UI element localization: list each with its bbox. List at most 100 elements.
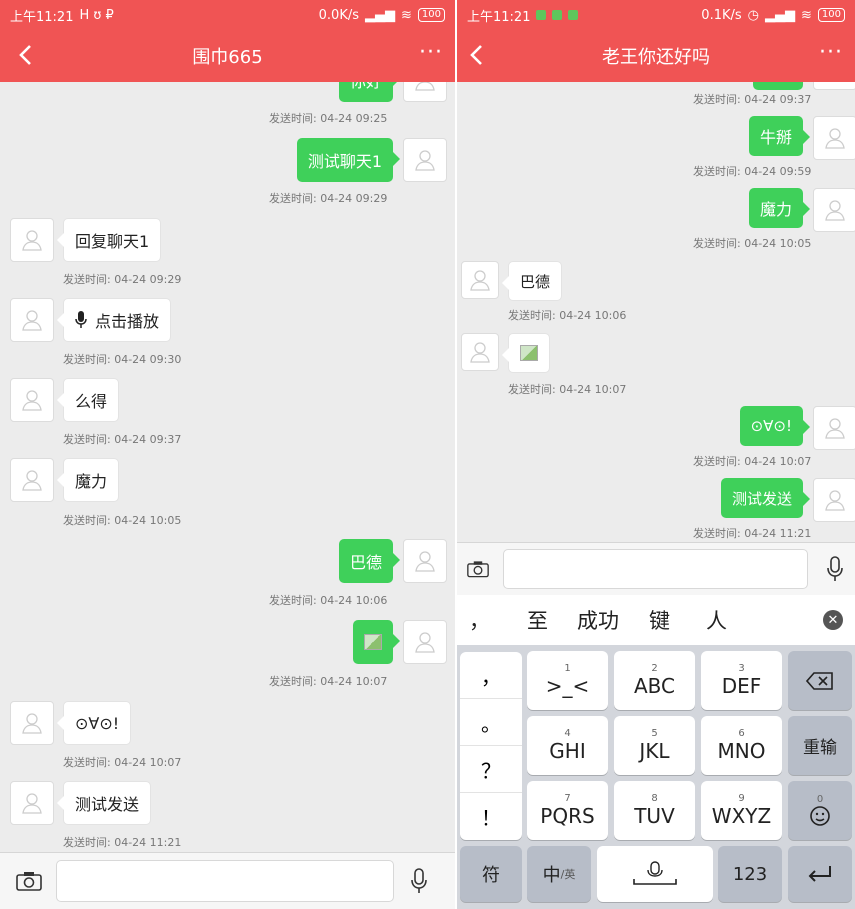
key-9[interactable]: 9 WXYZ [701, 781, 782, 840]
chat-title: 老王你还好吗 [602, 47, 710, 68]
key-2[interactable]: 2 ABC [614, 651, 695, 710]
send-time: 发送时间: 04-24 10:06 [269, 594, 388, 607]
outgoing-bubble[interactable]: 测试发送 [720, 478, 811, 518]
send-time: 发送时间: 04-24 09:37 [693, 93, 812, 106]
notification-icon: H ʊ ₽ [79, 7, 114, 23]
incoming-bubble[interactable]: 回复聊天1 [56, 218, 162, 262]
language-key[interactable]: 中/英 [527, 846, 591, 902]
key-5[interactable]: 5 JKL [614, 716, 695, 775]
signal-icon: ▂▄▆ [765, 7, 795, 23]
status-time: 上午11:21 [467, 9, 531, 25]
avatar[interactable] [10, 701, 54, 745]
message-input[interactable] [503, 549, 808, 589]
retype-key[interactable]: 重输 [788, 716, 852, 775]
avatar[interactable] [461, 261, 499, 299]
avatar[interactable] [813, 116, 855, 160]
avatar[interactable] [10, 781, 54, 825]
battery-icon: 100 [817, 8, 845, 22]
numbers-key[interactable]: 123 [718, 846, 782, 902]
left-chat-screen: 你好 发送时间: 04-24 09:25 测试聊天1 发送时间: 04-24 0… [0, 0, 455, 909]
avatar[interactable] [403, 138, 447, 182]
key-8[interactable]: 8 TUV [614, 781, 695, 840]
wifi-icon: ≋ [401, 7, 412, 23]
message-input[interactable] [56, 860, 394, 902]
notification-icon [552, 10, 563, 20]
punct-key[interactable]: ！ [460, 793, 522, 840]
avatar[interactable] [403, 539, 447, 583]
more-icon[interactable]: ··· [819, 40, 843, 65]
send-time: 发送时间: 04-24 10:07 [508, 383, 627, 396]
outgoing-bubble[interactable]: 魔力 [748, 188, 811, 228]
camera-icon[interactable] [16, 871, 42, 891]
right-chat-screen: 发送时间: 04-24 09:37 牛掰 发送时间: 04-24 09:59 魔… [457, 0, 855, 909]
send-time: 发送时间: 04-24 10:06 [508, 309, 627, 322]
keyboard: ， 。 ？ ！ 1 >_< 2 ABC 3 DEF 4 GHI 5 JKL 6 MNO 重输… [457, 645, 855, 909]
avatar[interactable] [403, 620, 447, 664]
avatar[interactable] [10, 458, 54, 502]
symbols-key[interactable]: 符 [460, 846, 522, 902]
network-speed: 0.1K/s [701, 7, 742, 23]
close-candidates-icon[interactable]: ✕ [823, 610, 843, 630]
incoming-bubble[interactable]: ⊙∀⊙! [56, 701, 132, 745]
status-bar: 上午11:21 H ʊ ₽ 0.0K/s ▂▄▆ ≋ 100 [0, 0, 455, 30]
avatar[interactable] [10, 378, 54, 422]
key-3[interactable]: 3 DEF [701, 651, 782, 710]
incoming-bubble[interactable]: 测试发送 [56, 781, 152, 825]
avatar[interactable] [813, 406, 855, 450]
microphone-icon[interactable] [826, 556, 844, 582]
battery-icon: 100 [417, 8, 445, 22]
image-message-bubble[interactable] [353, 620, 400, 664]
punct-key[interactable]: ， [460, 652, 522, 699]
status-time: 上午11:21 [10, 9, 74, 25]
avatar[interactable] [813, 188, 855, 232]
candidate-item[interactable]: 人 [706, 605, 727, 635]
outgoing-bubble[interactable]: 巴德 [338, 539, 401, 583]
avatar[interactable] [10, 218, 54, 262]
avatar[interactable] [813, 478, 855, 522]
emoji-key[interactable]: 0 [788, 781, 852, 840]
outgoing-bubble[interactable]: ⊙∀⊙! [739, 406, 811, 446]
outgoing-bubble[interactable]: 牛掰 [748, 116, 811, 156]
space-voice-key[interactable] [597, 846, 713, 902]
punct-key[interactable]: ？ [460, 746, 522, 793]
image-message-bubble[interactable] [502, 333, 550, 373]
candidate-item[interactable]: 成功 [577, 605, 619, 635]
microphone-icon [633, 861, 677, 885]
send-time: 发送时间: 04-24 10:07 [63, 756, 182, 769]
candidate-item[interactable]: 键 [649, 605, 670, 635]
chat-title: 围巾665 [192, 47, 263, 68]
back-arrow-icon[interactable] [469, 44, 491, 66]
incoming-bubble[interactable]: 么得 [56, 378, 120, 422]
voice-message-bubble[interactable]: 点击播放 [56, 298, 172, 342]
signal-icon: ▂▄▆ [365, 7, 395, 23]
incoming-bubble[interactable]: 巴德 [501, 261, 563, 301]
incoming-bubble[interactable]: 魔力 [56, 458, 120, 502]
key-6[interactable]: 6 MNO [701, 716, 782, 775]
enter-key[interactable] [788, 846, 852, 902]
key-7[interactable]: 7 PQRS [527, 781, 608, 840]
more-icon[interactable]: ··· [419, 40, 443, 65]
input-bar [457, 542, 855, 595]
send-time: 发送时间: 04-24 09:25 [269, 112, 388, 125]
back-arrow-icon[interactable] [18, 44, 40, 66]
candidate-item[interactable]: ， [469, 605, 507, 635]
backspace-key[interactable] [788, 651, 852, 710]
send-time: 发送时间: 04-24 10:05 [63, 514, 182, 527]
send-time: 发送时间: 04-24 09:59 [693, 165, 812, 178]
app-header: 上午11:21 H ʊ ₽ 0.0K/s ▂▄▆ ≋ 100 围巾665 ··· [0, 0, 455, 82]
camera-icon[interactable] [467, 559, 489, 579]
microphone-icon [75, 311, 87, 328]
punctuation-column[interactable]: ， 。 ？ ！ [460, 652, 522, 840]
send-time: 发送时间: 04-24 09:30 [63, 353, 182, 366]
app-header: 上午11:21 0.1K/s ◷ ▂▄▆ ≋ 100 老王你还好吗 ··· [457, 0, 855, 82]
outgoing-bubble[interactable]: 测试聊天1 [296, 138, 401, 182]
microphone-icon[interactable] [410, 868, 428, 894]
key-1[interactable]: 1 >_< [527, 651, 608, 710]
broken-image-icon [364, 634, 382, 650]
avatar[interactable] [10, 298, 54, 342]
punct-key[interactable]: 。 [460, 699, 522, 746]
key-4[interactable]: 4 GHI [527, 716, 608, 775]
candidate-item[interactable]: 至 [527, 605, 548, 635]
notification-icon [536, 10, 547, 20]
avatar[interactable] [461, 333, 499, 371]
